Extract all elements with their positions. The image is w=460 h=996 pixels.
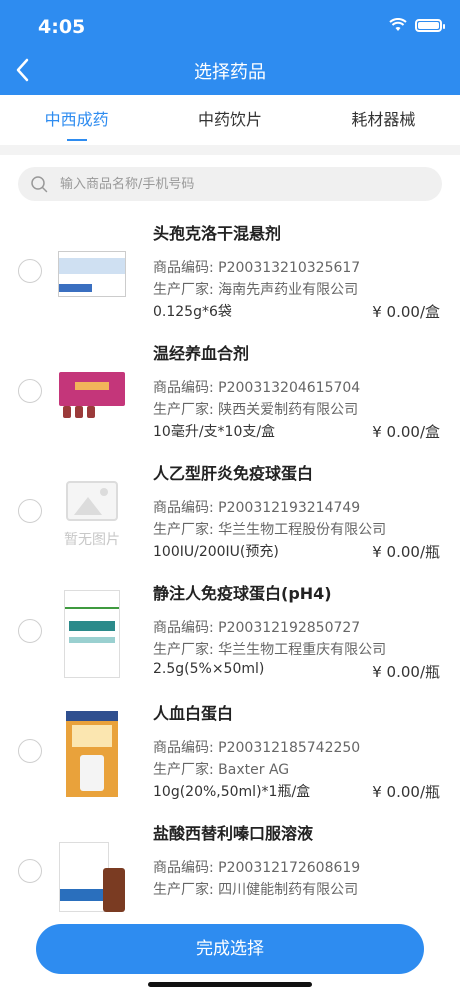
done-button[interactable]: 完成选择 bbox=[36, 924, 424, 974]
product-maker: 生产厂家: 华兰生物工程重庆有限公司 bbox=[153, 642, 387, 658]
product-name: 温经养血合剂 bbox=[153, 344, 250, 363]
product-name: 盐酸西替利嗪口服溶液 bbox=[153, 824, 314, 843]
status-time: 4:05 bbox=[38, 16, 86, 38]
product-image bbox=[52, 704, 132, 804]
select-radio[interactable] bbox=[18, 259, 42, 283]
list-item[interactable]: 盐酸西替利嗪口服溶液 商品编码: P200312172608619 生产厂家: … bbox=[0, 814, 460, 934]
product-maker: 生产厂家: 海南先声药业有限公司 bbox=[153, 282, 359, 298]
product-price: ¥ 0.00/盒 bbox=[372, 303, 440, 321]
status-icons bbox=[389, 18, 445, 32]
product-code: 商品编码: P200312172608619 bbox=[153, 860, 361, 876]
list-item[interactable]: 暂无图片 人乙型肝炎免疫球蛋白 商品编码: P200312193214749 生… bbox=[0, 454, 460, 574]
search-bar[interactable] bbox=[18, 167, 442, 201]
product-spec: 100IU/200IU(预充) bbox=[153, 544, 279, 560]
product-code: 商品编码: P200313210325617 bbox=[153, 260, 361, 276]
product-image bbox=[52, 224, 132, 324]
product-spec: 10g(20%,50ml)*1瓶/盒 bbox=[153, 784, 311, 800]
product-image bbox=[52, 824, 132, 924]
no-image-label: 暂无图片 bbox=[64, 532, 120, 548]
search-input[interactable] bbox=[60, 167, 430, 201]
select-radio[interactable] bbox=[18, 739, 42, 763]
select-radio[interactable] bbox=[18, 859, 42, 883]
product-spec: 10毫升/支*10支/盒 bbox=[153, 424, 276, 440]
section-divider bbox=[0, 145, 460, 155]
product-spec: 2.5g(5%×50ml) bbox=[153, 661, 265, 677]
list-item[interactable]: 温经养血合剂 商品编码: P200313204615704 生产厂家: 陕西关爱… bbox=[0, 334, 460, 454]
product-name: 静注人免疫球蛋白(pH4) bbox=[153, 584, 332, 603]
product-name: 头孢克洛干混悬剂 bbox=[153, 224, 282, 243]
product-price: ¥ 0.00/盒 bbox=[372, 423, 440, 441]
select-radio[interactable] bbox=[18, 499, 42, 523]
home-indicator bbox=[148, 982, 312, 987]
select-radio[interactable] bbox=[18, 619, 42, 643]
product-price: ¥ 0.00/瓶 bbox=[372, 543, 440, 561]
product-image bbox=[52, 584, 132, 684]
product-maker: 生产厂家: 陕西关爱制药有限公司 bbox=[153, 402, 359, 418]
tab-herbal-pieces[interactable]: 中药饮片 bbox=[153, 95, 306, 145]
product-maker: 生产厂家: Baxter AG bbox=[153, 762, 290, 778]
product-code: 商品编码: P200312185742250 bbox=[153, 740, 361, 756]
product-price: ¥ 0.00/瓶 bbox=[372, 663, 440, 681]
tab-consumables[interactable]: 耗材器械 bbox=[307, 95, 460, 145]
tab-western-medicine[interactable]: 中西成药 bbox=[0, 95, 153, 145]
select-radio[interactable] bbox=[18, 379, 42, 403]
image-placeholder-icon bbox=[66, 481, 118, 521]
page-title: 选择药品 bbox=[194, 62, 266, 83]
search-icon bbox=[31, 176, 48, 193]
list-item[interactable]: 静注人免疫球蛋白(pH4) 商品编码: P200312192850727 生产厂… bbox=[0, 574, 460, 694]
wifi-icon bbox=[389, 18, 407, 31]
product-price: ¥ 0.00/瓶 bbox=[372, 783, 440, 801]
battery-icon bbox=[415, 18, 445, 32]
product-spec: 0.125g*6袋 bbox=[153, 304, 232, 320]
product-name: 人乙型肝炎免疫球蛋白 bbox=[153, 464, 314, 483]
product-list: 头孢克洛干混悬剂 商品编码: P200313210325617 生产厂家: 海南… bbox=[0, 214, 460, 934]
product-code: 商品编码: P200312193214749 bbox=[153, 500, 361, 516]
product-name: 人血白蛋白 bbox=[153, 704, 234, 723]
product-code: 商品编码: P200312192850727 bbox=[153, 620, 361, 636]
product-image bbox=[52, 344, 132, 444]
top-bar: 4:05 选择药品 bbox=[0, 0, 460, 95]
list-item[interactable]: 头孢克洛干混悬剂 商品编码: P200313210325617 生产厂家: 海南… bbox=[0, 214, 460, 334]
product-code: 商品编码: P200313204615704 bbox=[153, 380, 361, 396]
product-maker: 生产厂家: 四川健能制药有限公司 bbox=[153, 882, 359, 898]
product-image-placeholder: 暂无图片 bbox=[52, 464, 132, 564]
product-maker: 生产厂家: 华兰生物工程股份有限公司 bbox=[153, 522, 387, 538]
category-tabs: 中西成药 中药饮片 耗材器械 bbox=[0, 95, 460, 145]
list-item[interactable]: 人血白蛋白 商品编码: P200312185742250 生产厂家: Baxte… bbox=[0, 694, 460, 814]
